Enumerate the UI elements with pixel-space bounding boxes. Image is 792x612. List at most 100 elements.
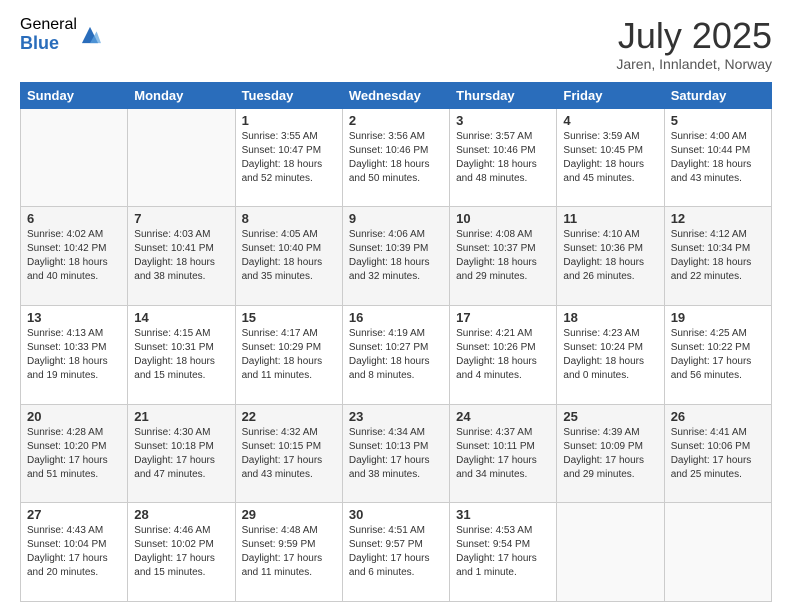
day-number: 23: [349, 409, 443, 424]
logo-general: General: [20, 16, 77, 34]
calendar-week-row-2: 6 Sunrise: 4:02 AMSunset: 10:42 PMDayligh…: [21, 207, 772, 306]
month-title: July 2025: [616, 16, 772, 56]
day-number: 20: [27, 409, 121, 424]
day-number: 31: [456, 507, 550, 522]
calendar-cell: [557, 503, 664, 602]
day-number: 12: [671, 211, 765, 226]
calendar-cell: [21, 108, 128, 207]
day-number: 26: [671, 409, 765, 424]
calendar-cell: 19 Sunrise: 4:25 AMSunset: 10:22 PMDaylig…: [664, 305, 771, 404]
day-number: 6: [27, 211, 121, 226]
calendar-cell: 11 Sunrise: 4:10 AMSunset: 10:36 PMDaylig…: [557, 207, 664, 306]
calendar-cell: 22Sunrise: 4:32 AMSunset: 10:15 PMDaylig…: [235, 404, 342, 503]
day-number: 14: [134, 310, 228, 325]
calendar-cell: 31Sunrise: 4:53 AMSunset: 9:54 PMDayligh…: [450, 503, 557, 602]
logo-icon: [79, 24, 101, 46]
day-info: Sunrise: 3:57 AMSunset: 10:46 PMDaylight…: [456, 130, 550, 186]
day-number: 19: [671, 310, 765, 325]
day-number: 9: [349, 211, 443, 226]
day-info: Sunrise: 4:43 AMSunset: 10:04 PMDaylight…: [27, 524, 121, 580]
day-info: Sunrise: 4:32 AMSunset: 10:15 PMDaylight…: [242, 426, 336, 482]
day-number: 27: [27, 507, 121, 522]
day-number: 13: [27, 310, 121, 325]
day-number: 25: [563, 409, 657, 424]
day-info: Sunrise: 3:56 AMSunset: 10:46 PMDaylight…: [349, 130, 443, 186]
day-number: 29: [242, 507, 336, 522]
calendar-cell: 20 Sunrise: 4:28 AMSunset: 10:20 PMDaylig…: [21, 404, 128, 503]
day-info: Sunrise: 4:34 AMSunset: 10:13 PMDaylight…: [349, 426, 443, 482]
calendar-cell: 16Sunrise: 4:19 AMSunset: 10:27 PMDaylig…: [342, 305, 449, 404]
day-number: 2: [349, 113, 443, 128]
calendar-week-row-1: 1 Sunrise: 3:55 AMSunset: 10:47 PMDayligh…: [21, 108, 772, 207]
title-block: July 2025 Jaren, Innlandet, Norway: [616, 16, 772, 72]
calendar-cell: 2 Sunrise: 3:56 AMSunset: 10:46 PMDayligh…: [342, 108, 449, 207]
day-number: 28: [134, 507, 228, 522]
day-info: Sunrise: 4:05 AMSunset: 10:40 PMDaylight…: [242, 228, 336, 284]
calendar-cell: 8 Sunrise: 4:05 AMSunset: 10:40 PMDayligh…: [235, 207, 342, 306]
calendar-cell: [128, 108, 235, 207]
day-number: 17: [456, 310, 550, 325]
day-number: 7: [134, 211, 228, 226]
day-number: 21: [134, 409, 228, 424]
day-number: 30: [349, 507, 443, 522]
logo-blue: Blue: [20, 34, 77, 54]
col-monday: Monday: [128, 82, 235, 108]
day-number: 8: [242, 211, 336, 226]
day-number: 18: [563, 310, 657, 325]
page: General Blue July 2025 Jaren, Innlandet,…: [0, 0, 792, 612]
calendar-cell: 15 Sunrise: 4:17 AMSunset: 10:29 PMDaylig…: [235, 305, 342, 404]
day-info: Sunrise: 4:08 AMSunset: 10:37 PMDaylight…: [456, 228, 550, 284]
day-info: Sunrise: 4:28 AMSunset: 10:20 PMDaylight…: [27, 426, 121, 482]
calendar-cell: 4 Sunrise: 3:59 AMSunset: 10:45 PMDayligh…: [557, 108, 664, 207]
calendar-cell: 18Sunrise: 4:23 AMSunset: 10:24 PMDaylig…: [557, 305, 664, 404]
location: Jaren, Innlandet, Norway: [616, 56, 772, 72]
calendar-week-row-3: 13Sunrise: 4:13 AMSunset: 10:33 PMDaylig…: [21, 305, 772, 404]
logo-text: General Blue: [20, 16, 77, 53]
day-info: Sunrise: 3:59 AMSunset: 10:45 PMDaylight…: [563, 130, 657, 186]
logo: General Blue: [20, 16, 101, 53]
day-info: Sunrise: 4:30 AMSunset: 10:18 PMDaylight…: [134, 426, 228, 482]
col-thursday: Thursday: [450, 82, 557, 108]
day-info: Sunrise: 4:51 AMSunset: 9:57 PMDaylight:…: [349, 524, 443, 580]
calendar-cell: 23 Sunrise: 4:34 AMSunset: 10:13 PMDaylig…: [342, 404, 449, 503]
day-number: 1: [242, 113, 336, 128]
col-tuesday: Tuesday: [235, 82, 342, 108]
calendar-cell: 24Sunrise: 4:37 AMSunset: 10:11 PMDaylig…: [450, 404, 557, 503]
day-info: Sunrise: 4:10 AMSunset: 10:36 PMDaylight…: [563, 228, 657, 284]
calendar-cell: 9 Sunrise: 4:06 AMSunset: 10:39 PMDayligh…: [342, 207, 449, 306]
calendar-cell: 12 Sunrise: 4:12 AMSunset: 10:34 PMDaylig…: [664, 207, 771, 306]
calendar-cell: 28Sunrise: 4:46 AMSunset: 10:02 PMDaylig…: [128, 503, 235, 602]
calendar-week-row-4: 20 Sunrise: 4:28 AMSunset: 10:20 PMDaylig…: [21, 404, 772, 503]
day-number: 24: [456, 409, 550, 424]
calendar-cell: 29Sunrise: 4:48 AMSunset: 9:59 PMDayligh…: [235, 503, 342, 602]
day-info: Sunrise: 4:21 AMSunset: 10:26 PMDaylight…: [456, 327, 550, 383]
day-info: Sunrise: 3:55 AMSunset: 10:47 PMDaylight…: [242, 130, 336, 186]
day-info: Sunrise: 4:03 AMSunset: 10:41 PMDaylight…: [134, 228, 228, 284]
day-number: 16: [349, 310, 443, 325]
day-info: Sunrise: 4:12 AMSunset: 10:34 PMDaylight…: [671, 228, 765, 284]
day-number: 10: [456, 211, 550, 226]
calendar-cell: 3Sunrise: 3:57 AMSunset: 10:46 PMDayligh…: [450, 108, 557, 207]
day-info: Sunrise: 4:06 AMSunset: 10:39 PMDaylight…: [349, 228, 443, 284]
col-saturday: Saturday: [664, 82, 771, 108]
col-sunday: Sunday: [21, 82, 128, 108]
calendar-cell: 13Sunrise: 4:13 AMSunset: 10:33 PMDaylig…: [21, 305, 128, 404]
day-number: 5: [671, 113, 765, 128]
calendar-cell: 10 Sunrise: 4:08 AMSunset: 10:37 PMDaylig…: [450, 207, 557, 306]
calendar-table: Sunday Monday Tuesday Wednesday Thursday…: [20, 82, 772, 602]
day-number: 15: [242, 310, 336, 325]
calendar-cell: 6 Sunrise: 4:02 AMSunset: 10:42 PMDayligh…: [21, 207, 128, 306]
calendar-header-row: Sunday Monday Tuesday Wednesday Thursday…: [21, 82, 772, 108]
header: General Blue July 2025 Jaren, Innlandet,…: [20, 16, 772, 72]
day-number: 11: [563, 211, 657, 226]
day-info: Sunrise: 4:17 AMSunset: 10:29 PMDaylight…: [242, 327, 336, 383]
day-info: Sunrise: 4:02 AMSunset: 10:42 PMDaylight…: [27, 228, 121, 284]
calendar-cell: 25Sunrise: 4:39 AMSunset: 10:09 PMDaylig…: [557, 404, 664, 503]
day-number: 4: [563, 113, 657, 128]
day-info: Sunrise: 4:00 AMSunset: 10:44 PMDaylight…: [671, 130, 765, 186]
calendar-cell: 21 Sunrise: 4:30 AMSunset: 10:18 PMDaylig…: [128, 404, 235, 503]
col-friday: Friday: [557, 82, 664, 108]
calendar-cell: 26Sunrise: 4:41 AMSunset: 10:06 PMDaylig…: [664, 404, 771, 503]
day-info: Sunrise: 4:25 AMSunset: 10:22 PMDaylight…: [671, 327, 765, 383]
calendar-cell: 27 Sunrise: 4:43 AMSunset: 10:04 PMDaylig…: [21, 503, 128, 602]
